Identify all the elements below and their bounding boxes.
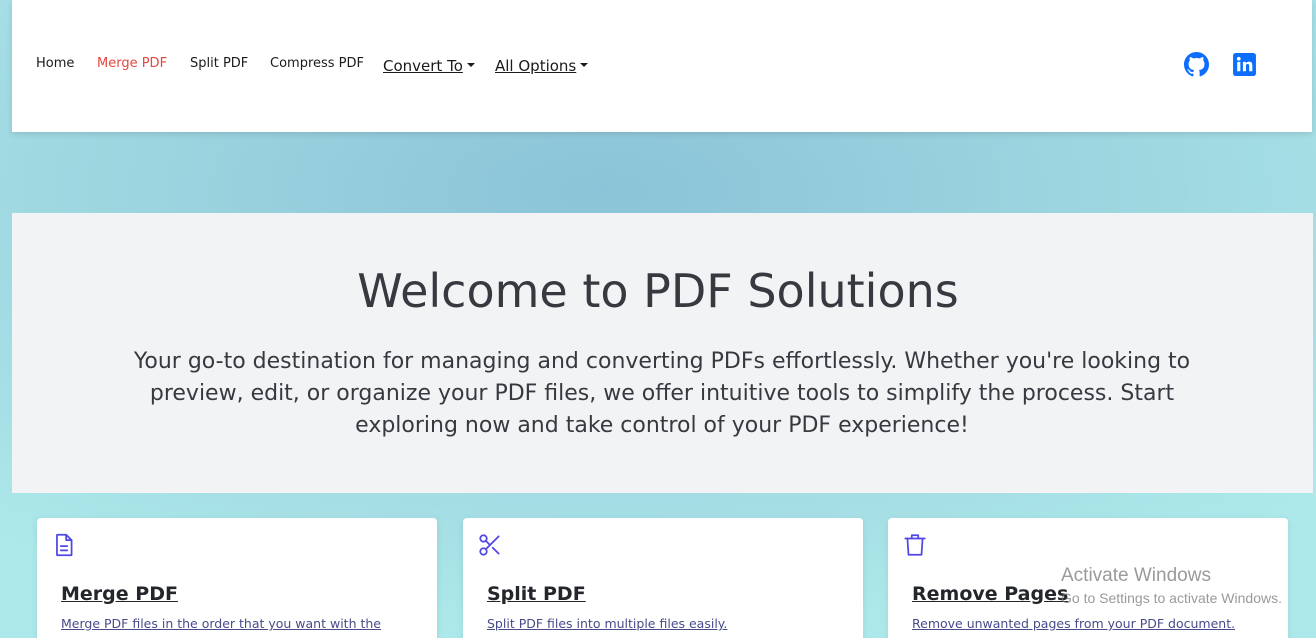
nav-convert-to-label: Convert To bbox=[383, 57, 463, 75]
scissors-icon bbox=[479, 534, 500, 556]
nav-split-pdf[interactable]: Split PDF bbox=[190, 56, 248, 71]
nav-merge-pdf[interactable]: Merge PDF bbox=[97, 56, 167, 71]
hero-description: Your go-to destination for managing and … bbox=[133, 349, 1191, 438]
remove-pages-card-description[interactable]: Remove unwanted pages from your PDF docu… bbox=[912, 616, 1235, 631]
split-pdf-card-title[interactable]: Split PDF bbox=[487, 583, 586, 605]
nav-compress-pdf[interactable]: Compress PDF bbox=[270, 56, 364, 71]
caret-down-icon bbox=[580, 62, 589, 67]
activate-windows-subtitle: Go to Settings to activate Windows. bbox=[1061, 590, 1282, 606]
activate-windows-title: Activate Windows bbox=[1061, 565, 1211, 586]
nav-all-options-label: All Options bbox=[495, 57, 577, 75]
trash-icon bbox=[904, 534, 926, 556]
document-icon bbox=[56, 533, 73, 557]
nav-convert-to-dropdown[interactable]: Convert To bbox=[383, 57, 475, 75]
activate-windows-watermark: Activate Windows Go to Settings to activ… bbox=[1061, 565, 1282, 608]
split-pdf-card-description[interactable]: Split PDF files into multiple files easi… bbox=[487, 616, 727, 631]
merge-pdf-card-title[interactable]: Merge PDF bbox=[61, 583, 178, 605]
hero-title: Welcome to PDF Solutions bbox=[357, 264, 959, 318]
linkedin-icon[interactable] bbox=[1232, 52, 1257, 77]
remove-pages-card-title[interactable]: Remove Pages bbox=[912, 583, 1068, 605]
top-navbar: Home Merge PDF Split PDF Compress PDF Co… bbox=[12, 0, 1312, 132]
merge-pdf-card-description[interactable]: Merge PDF files in the order that you wa… bbox=[61, 616, 381, 631]
nav-home[interactable]: Home bbox=[36, 56, 74, 71]
nav-all-options-dropdown[interactable]: All Options bbox=[495, 57, 589, 75]
caret-down-icon bbox=[466, 62, 475, 67]
github-icon[interactable] bbox=[1184, 52, 1209, 77]
merge-pdf-card[interactable]: Merge PDF Merge PDF files in the order t… bbox=[37, 518, 437, 638]
split-pdf-card[interactable]: Split PDF Split PDF files into multiple … bbox=[463, 518, 863, 638]
